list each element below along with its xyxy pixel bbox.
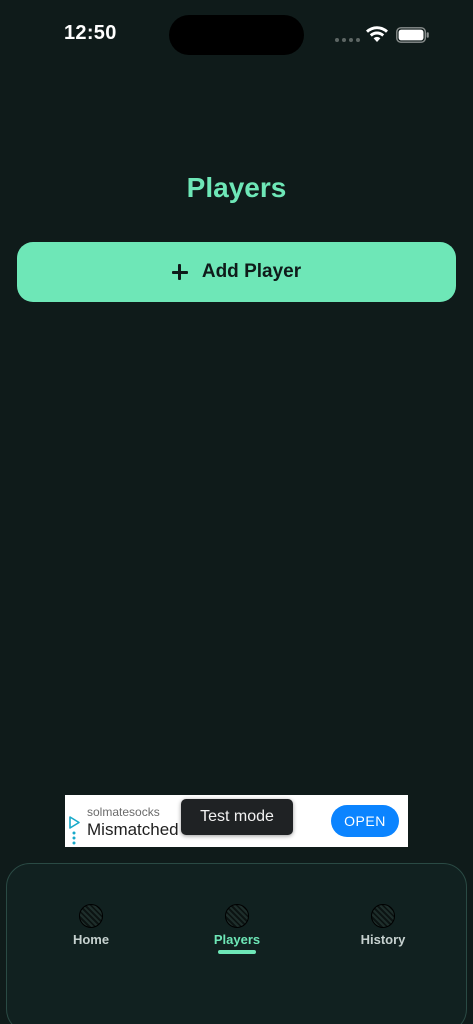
dynamic-island	[169, 15, 304, 55]
tab-bar: Home Players History	[6, 863, 467, 1024]
tab-history[interactable]: History	[328, 904, 438, 964]
page-title: Players	[186, 172, 287, 203]
tab-players-label: Players	[213, 932, 261, 947]
wifi-icon	[366, 26, 388, 42]
test-mode-badge: Test mode	[181, 799, 293, 835]
cellular-signal-icon	[335, 38, 360, 42]
tab-history-label: History	[360, 932, 406, 947]
plus-icon	[171, 264, 188, 280]
tab-players[interactable]: Players	[182, 904, 292, 964]
ad-open-button[interactable]: OPEN	[331, 805, 399, 837]
add-player-label: Add Player	[201, 261, 302, 282]
ball-icon	[225, 904, 249, 928]
add-player-button[interactable]: Add Player	[17, 242, 456, 302]
tab-home-label: Home	[72, 932, 110, 947]
ball-icon	[371, 904, 395, 928]
ad-advertiser: solmatesocks	[87, 805, 160, 819]
ad-choices-icon[interactable]	[67, 815, 81, 845]
battery-icon	[396, 27, 429, 43]
screen: 12:50 Players Add Player solmatesocks Mi…	[0, 0, 473, 1024]
active-tab-indicator	[218, 950, 256, 954]
ad-headline: Mismatched	[87, 820, 179, 839]
status-time: 12:50	[64, 22, 117, 44]
tab-home[interactable]: Home	[36, 904, 146, 964]
ball-icon	[79, 904, 103, 928]
